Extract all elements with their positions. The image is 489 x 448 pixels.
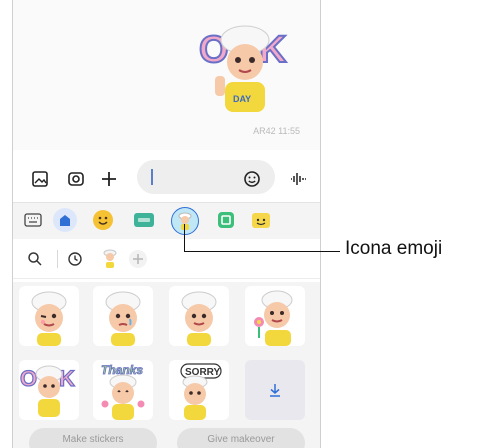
svg-text:K: K <box>59 366 75 391</box>
home-icon[interactable] <box>53 208 77 232</box>
camera-icon[interactable] <box>65 168 87 190</box>
emoji-tab-bar: + <box>13 202 320 430</box>
voice-wave-icon[interactable] <box>287 168 309 190</box>
sticker-ok[interactable]: OK <box>19 360 79 420</box>
sticker-subrow <box>13 240 320 279</box>
gif-icon[interactable] <box>131 208 157 232</box>
sticker-thanks[interactable]: Thanks <box>93 360 153 420</box>
sticker-icon[interactable] <box>213 208 239 232</box>
clock-icon[interactable] <box>65 249 85 269</box>
sticker-sorry[interactable]: SORRY <box>169 360 229 420</box>
smiley-icon[interactable] <box>241 168 263 190</box>
sticker-grid: OK Thanks SORRY Make stickers Give makeo… <box>13 282 320 448</box>
composer-bar <box>13 156 320 202</box>
make-stickers-button[interactable]: Make stickers <box>29 428 157 448</box>
svg-text:O: O <box>20 366 37 391</box>
divider <box>57 250 58 268</box>
download-icon[interactable] <box>245 360 305 420</box>
callout-line <box>184 251 340 252</box>
plus-icon[interactable] <box>97 167 121 191</box>
search-icon[interactable] <box>25 249 45 269</box>
avatar-icon[interactable] <box>99 247 121 271</box>
callout-label: Icona emoji <box>345 238 443 259</box>
give-makeover-button[interactable]: Give makeover <box>177 428 305 448</box>
text-cursor <box>151 169 153 185</box>
chat-area: O K DAY AR42 11:55 <box>13 0 320 150</box>
callout-pointer <box>184 224 185 252</box>
image-icon[interactable] <box>29 168 51 190</box>
emoji-icon[interactable] <box>91 208 115 232</box>
sticker-wink[interactable] <box>19 286 79 346</box>
smiley-sticker-icon[interactable] <box>249 208 273 232</box>
ar-emoji-icon[interactable] <box>171 207 199 235</box>
plus-icon[interactable] <box>127 248 149 270</box>
sticker-smile[interactable] <box>169 286 229 346</box>
phone-screen: O K DAY AR42 11:55 O K Thanks SORRY Make… <box>12 0 321 448</box>
sticker-tear[interactable] <box>93 286 153 346</box>
svg-text:DAY: DAY <box>233 94 251 104</box>
message-timestamp: AR42 11:55 <box>253 126 300 136</box>
sticker-flower[interactable] <box>245 286 305 346</box>
ok-sticker-message[interactable]: O K DAY <box>193 18 297 122</box>
keyboard-icon[interactable] <box>21 208 45 232</box>
